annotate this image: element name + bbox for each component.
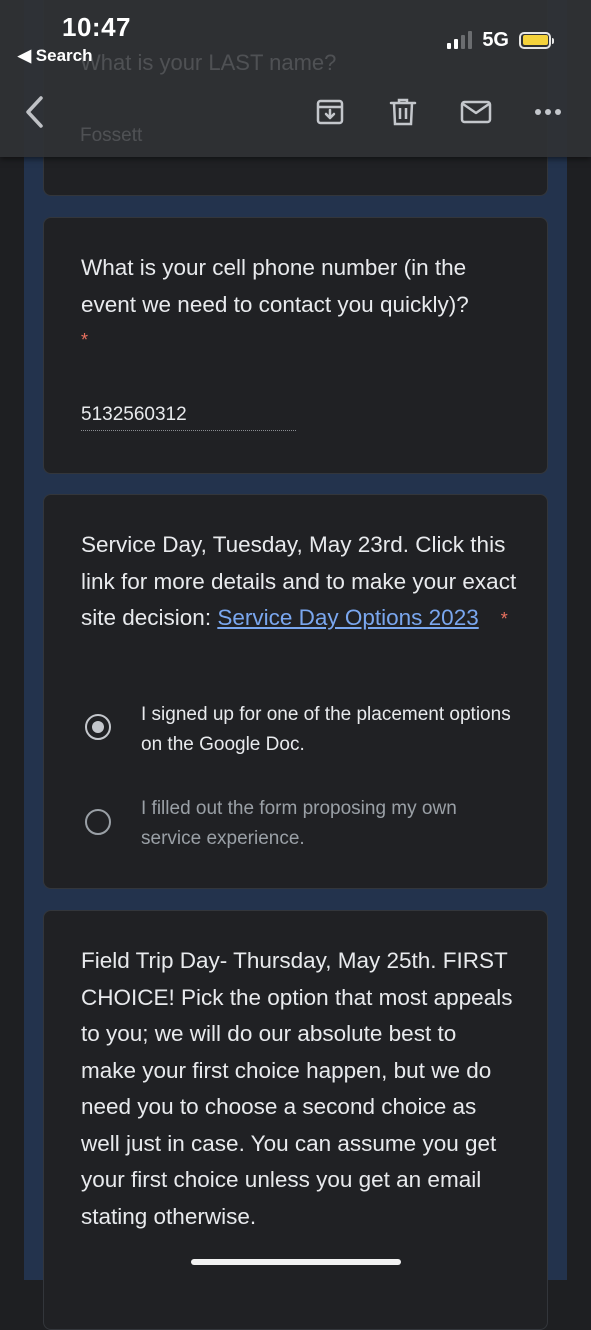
- ghost-last-name-question: What is your LAST name?: [80, 50, 337, 75]
- back-to-search-link[interactable]: ◀ Search: [18, 46, 93, 66]
- email-toolbar-header: What is your LAST name? Fossett 10:47 ◀ …: [0, 0, 591, 157]
- radio-option-label: I signed up for one of the placement opt…: [141, 704, 511, 755]
- required-asterisk: *: [500, 609, 508, 629]
- service-day-question-text: Service Day, Tuesday, May 23rd. Click th…: [81, 532, 517, 630]
- phone-question-card: What is your cell phone number (in the e…: [43, 217, 548, 474]
- service-day-question-card: Service Day, Tuesday, May 23rd. Click th…: [43, 494, 548, 889]
- more-icon[interactable]: [530, 94, 566, 130]
- status-time: 10:47: [62, 12, 131, 42]
- home-indicator[interactable]: [191, 1259, 401, 1265]
- ghost-last-name-answer: Fossett: [80, 125, 143, 146]
- signal-icon: [447, 31, 473, 49]
- battery-icon: [519, 31, 554, 49]
- mail-icon[interactable]: [458, 94, 494, 130]
- radio-button-unselected[interactable]: [85, 809, 111, 835]
- archive-icon[interactable]: [312, 94, 348, 130]
- service-day-options-link[interactable]: Service Day Options 2023: [217, 605, 478, 630]
- radio-option-placement[interactable]: I signed up for one of the placement opt…: [81, 700, 517, 764]
- back-chevron-icon[interactable]: [16, 94, 52, 130]
- phone-question-text: What is your cell phone number (in the e…: [81, 255, 469, 317]
- required-asterisk: *: [81, 330, 89, 350]
- network-label: 5G: [482, 28, 509, 51]
- field-trip-question-text: Field Trip Day- Thursday, May 25th. FIRS…: [81, 948, 513, 1229]
- phone-number-field[interactable]: 5132560312: [81, 404, 296, 431]
- radio-option-label: I filled out the form proposing my own s…: [141, 798, 457, 849]
- radio-option-own-service[interactable]: I filled out the form proposing my own s…: [81, 794, 517, 858]
- trash-icon[interactable]: [385, 94, 421, 130]
- radio-button-selected[interactable]: [85, 714, 111, 740]
- status-indicators: 5G: [447, 27, 554, 53]
- field-trip-question-card: Field Trip Day- Thursday, May 25th. FIRS…: [43, 910, 548, 1330]
